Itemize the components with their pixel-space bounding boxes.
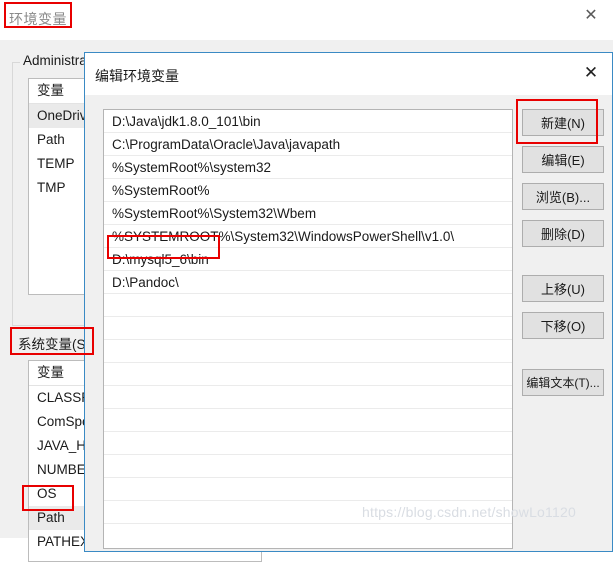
edit-text-button[interactable]: 编辑文本(T)... [522, 369, 604, 396]
user-variables-group-label: Administrat [20, 53, 94, 68]
path-list-item-empty[interactable] [104, 340, 512, 363]
page-title: 环境变量 [9, 11, 67, 27]
path-list-item-empty[interactable] [104, 478, 512, 501]
path-list-item-empty[interactable] [104, 317, 512, 340]
new-button[interactable]: 新建(N) [522, 109, 604, 136]
path-list-item[interactable]: %SystemRoot% [104, 179, 512, 202]
dialog-button-column: 新建(N) 编辑(E) 浏览(B)... 删除(D) 上移(U) 下移(O) 编… [522, 109, 606, 406]
browse-button[interactable]: 浏览(B)... [522, 183, 604, 210]
move-down-button[interactable]: 下移(O) [522, 312, 604, 339]
path-list-item-mysql[interactable]: D:\mysql5_6\bin [104, 248, 512, 271]
close-icon[interactable]: ✕ [574, 58, 608, 86]
path-list-item-empty[interactable] [104, 386, 512, 409]
close-icon[interactable]: ✕ [575, 3, 607, 29]
watermark: https://blog.csdn.net/showLo1120 [362, 504, 576, 520]
path-list-item[interactable]: %SystemRoot%\System32\Wbem [104, 202, 512, 225]
path-list-item[interactable]: C:\ProgramData\Oracle\Java\javapath [104, 133, 512, 156]
path-list-item-empty[interactable] [104, 363, 512, 386]
move-up-button[interactable]: 上移(U) [522, 275, 604, 302]
edit-environment-variable-dialog: 编辑环境变量 ✕ D:\Java\jdk1.8.0_101\bin C:\Pro… [84, 52, 613, 552]
path-list-item-empty[interactable] [104, 432, 512, 455]
dialog-title: 编辑环境变量 [95, 68, 179, 84]
edit-button[interactable]: 编辑(E) [522, 146, 604, 173]
path-list-item-empty[interactable] [104, 294, 512, 317]
path-list-item[interactable]: %SYSTEMROOT%\System32\WindowsPowerShell\… [104, 225, 512, 248]
path-list-item-empty[interactable] [104, 409, 512, 432]
window-titlebar: 环境变量 ✕ [0, 0, 613, 40]
path-list-item[interactable]: D:\Java\jdk1.8.0_101\bin [104, 110, 512, 133]
system-variables-label: 系统变量(S) [18, 337, 90, 352]
path-list-item[interactable]: D:\Pandoc\ [104, 271, 512, 294]
dialog-titlebar: 编辑环境变量 ✕ [85, 53, 612, 95]
path-list-item-empty[interactable] [104, 455, 512, 478]
delete-button[interactable]: 删除(D) [522, 220, 604, 247]
path-entries-list[interactable]: D:\Java\jdk1.8.0_101\bin C:\ProgramData\… [103, 109, 513, 549]
path-list-item[interactable]: %SystemRoot%\system32 [104, 156, 512, 179]
